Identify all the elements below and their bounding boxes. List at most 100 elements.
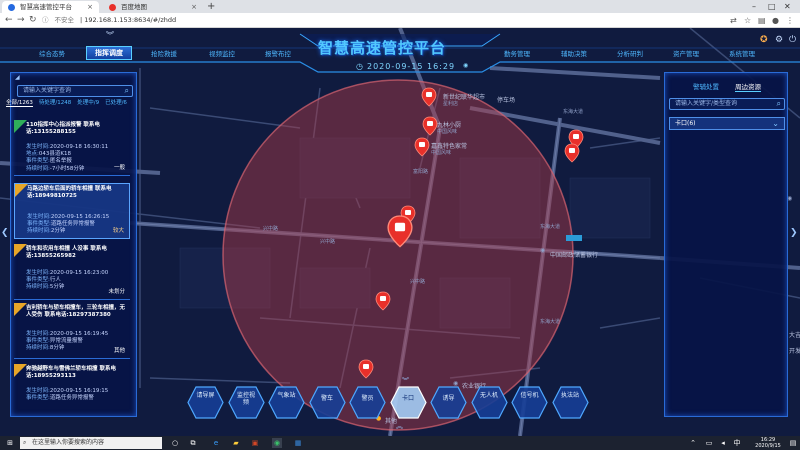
field-label: 发生时间: xyxy=(27,214,51,220)
toolbar-button-monitor-video[interactable]: 监控视频 xyxy=(227,386,265,419)
incident-search-input[interactable]: 请输入关键字查询 ⌕ xyxy=(17,85,133,97)
filter-pending[interactable]: 待处理/1248 xyxy=(39,100,71,106)
profile-avatar-icon[interactable]: ● xyxy=(772,14,779,27)
toolbar-button-guide-screen[interactable]: 请导屏 xyxy=(187,386,224,419)
poi-sublabel: 星利店 xyxy=(443,101,459,107)
incident-card[interactable]: 奔驰越野车与雪佛兰轿车相撞 联系电话:18955293113 发生时间:2020… xyxy=(14,364,130,416)
security-label: 不安全 xyxy=(54,16,75,24)
taskbar-clock[interactable]: 16:29 2020/9/15 xyxy=(748,437,788,449)
browser-tab-platform[interactable]: 智慧高速管控平台 × xyxy=(2,1,99,13)
toolbar-button-checkpoint[interactable]: 卡口 xyxy=(389,386,427,419)
resource-search-input[interactable]: 请输入关键字/类型查询 ⌕ xyxy=(669,98,785,110)
network-icon[interactable]: ▭ xyxy=(704,438,714,448)
hex-frame-icon xyxy=(187,386,224,419)
toolbar-expand-icon[interactable]: ︽ xyxy=(396,421,403,431)
office-app-icon[interactable]: ▣ xyxy=(250,438,260,448)
nav-item-system[interactable]: 系统管理 xyxy=(720,48,764,60)
search-icon[interactable]: ⌕ xyxy=(777,99,781,109)
chrome-icon[interactable]: ◉ xyxy=(272,438,282,448)
map-pin-favicon-icon xyxy=(109,4,116,11)
ime-icon[interactable]: 中 xyxy=(732,438,742,448)
right-panel-toggle-icon[interactable]: ❯ xyxy=(790,228,798,238)
road-label: 富阳路 xyxy=(413,169,429,175)
maximize-icon[interactable]: □ xyxy=(768,0,776,13)
reload-icon[interactable]: ↻ xyxy=(29,14,37,27)
alert-robot-icon[interactable]: ✪ xyxy=(760,35,768,45)
filter-processing[interactable]: 处理中/9 xyxy=(77,100,99,106)
hex-frame-icon xyxy=(268,386,305,419)
field-label: 事件类型: xyxy=(27,221,51,228)
power-icon[interactable]: ⏻ xyxy=(789,35,796,45)
poi-label: 中国邮政储蓄银行 xyxy=(550,252,599,259)
incident-card[interactable]: 轿车和农用车相撞 人没事 联系电话:13855265982 发生时间:2020-… xyxy=(14,244,130,300)
new-tab-icon[interactable]: + xyxy=(207,0,215,13)
incident-card[interactable]: 110指挥中心指派报警 联系电话:13155288155 发生时间:2020-0… xyxy=(14,120,130,176)
window-close-icon[interactable]: ✕ xyxy=(784,0,791,13)
nav-item-assets[interactable]: 资产管理 xyxy=(664,48,708,60)
nav-item-command[interactable]: 指挥调度 xyxy=(86,46,132,60)
volume-icon[interactable]: ◂ xyxy=(718,438,728,448)
road-label: 兴中路 xyxy=(410,279,426,285)
notification-up-icon[interactable]: ⌃ xyxy=(688,438,698,448)
incident-card[interactable]: 吉利轿车与轿车相撞车，三轮车相撞，无人受伤 联系电话:18297387380 发… xyxy=(14,303,130,359)
minimize-icon[interactable]: – xyxy=(752,0,756,13)
back-icon[interactable]: ← xyxy=(5,14,13,27)
toolbar-button-drone[interactable]: 无人机 xyxy=(470,386,508,419)
field-value: 2020-09-15 16:26:15 xyxy=(50,214,110,220)
incident-card-selected[interactable]: 马路边轿车后面的轿车相撞 联系电话:18949810725 发生时间:2020-… xyxy=(14,183,130,239)
nav-item-decision[interactable]: 辅助决策 xyxy=(552,48,596,60)
not-secure-warning-icon: ⓘ xyxy=(42,16,49,24)
file-explorer-icon[interactable]: ▰ xyxy=(231,438,241,448)
edge-browser-icon[interactable]: e xyxy=(211,438,221,448)
close-tab-icon[interactable]: × xyxy=(191,1,197,13)
collapse-chevron-icon[interactable]: ︾ xyxy=(106,30,114,41)
taskbar-search[interactable]: ⌕ 在这里输入你要搜索的内容 xyxy=(20,437,162,449)
settings-gear-icon[interactable]: ⚙ xyxy=(775,35,783,45)
field-label: 发生时间: xyxy=(26,270,50,276)
poi-label: 大吉 xyxy=(789,332,800,339)
tab-dispatch[interactable]: 警辅处置 xyxy=(693,81,719,91)
forward-icon[interactable]: → xyxy=(17,14,25,27)
translate-icon[interactable]: ⇄ xyxy=(730,14,737,27)
filter-all[interactable]: 全部/1263 xyxy=(6,100,33,107)
hex-frame-icon xyxy=(349,386,386,419)
app-window-icon[interactable]: ▦ xyxy=(293,438,303,448)
nav-item-analysis[interactable]: 分析研判 xyxy=(608,48,652,60)
nav-item-video[interactable]: 视频监控 xyxy=(200,48,244,60)
menu-kebab-icon[interactable]: ⋮ xyxy=(786,14,794,27)
toolbar-button-police-car[interactable]: 警车 xyxy=(308,386,346,419)
action-center-icon[interactable]: ▤ xyxy=(788,438,798,448)
toolbar-button-induction[interactable]: 诱导 xyxy=(430,386,467,419)
road-label: 兴中路 xyxy=(263,226,279,232)
checkpoint-dropdown[interactable]: 卡口(6) ⌄ xyxy=(669,117,785,130)
search-icon[interactable]: ⌕ xyxy=(125,86,129,96)
task-view-icon[interactable]: ⧉ xyxy=(188,438,198,448)
incident-severity: 其他 xyxy=(113,348,125,354)
browser-tab-baidu-map[interactable]: 百度地图 × xyxy=(103,1,203,13)
toolbar-button-police-officer[interactable]: 警员 xyxy=(349,386,386,419)
toolbar-collapse-icon[interactable]: ︾ xyxy=(402,376,409,386)
hex-frame-icon xyxy=(470,386,508,419)
extension-icon[interactable]: ▤ xyxy=(758,14,766,27)
panel-collapse-icon[interactable]: ◢ xyxy=(15,74,20,81)
tab-nearby-resources[interactable]: 周边资源 xyxy=(735,81,761,92)
close-tab-icon[interactable]: × xyxy=(87,1,93,13)
toolbar-button-weather-station[interactable]: 气象站 xyxy=(268,386,305,419)
windows-start-icon[interactable]: ⊞ xyxy=(5,438,15,448)
nav-item-overview[interactable]: 综合态势 xyxy=(30,48,74,60)
field-label: 发生时间: xyxy=(26,388,50,394)
field-label: 发生时间: xyxy=(26,144,50,150)
toolbar-button-signal-machine[interactable]: 信号机 xyxy=(511,386,548,419)
address-bar: ← → ↻ ⓘ 不安全 | 192.168.1.153:8634/#/zhdd ⇄ … xyxy=(0,13,800,28)
star-icon[interactable]: ☆ xyxy=(744,14,751,27)
filter-done[interactable]: 已处理/6 xyxy=(105,100,127,106)
nav-item-rescue[interactable]: 抢险救援 xyxy=(142,48,186,60)
browser-tab-title: 智慧高速管控平台 xyxy=(20,3,72,11)
toolbar-button-label: 气象站 xyxy=(277,392,296,399)
left-panel-toggle-icon[interactable]: ❮ xyxy=(1,228,9,238)
cortana-icon[interactable]: ○ xyxy=(170,438,180,448)
nav-item-alarm[interactable]: 报警布控 xyxy=(256,48,300,60)
url-field[interactable]: ⓘ 不安全 | 192.168.1.153:8634/#/zhdd xyxy=(42,15,722,26)
nav-item-duty[interactable]: 勤务管理 xyxy=(495,48,539,60)
toolbar-button-law-station[interactable]: 执法站 xyxy=(551,386,589,419)
